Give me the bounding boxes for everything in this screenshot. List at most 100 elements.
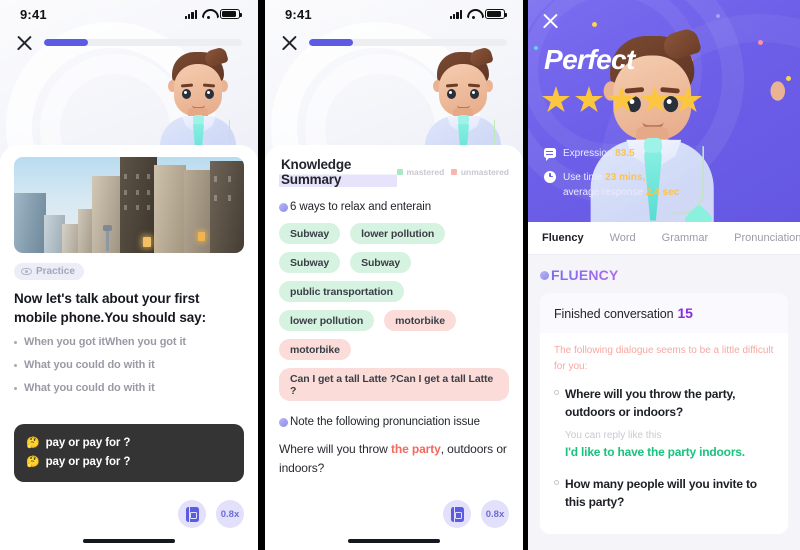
clock-icon (544, 170, 556, 183)
playback-speed-button[interactable]: 0.8x (481, 500, 509, 528)
close-icon[interactable] (281, 34, 298, 51)
legend-swatch-mastered (397, 169, 403, 175)
confetti-dot (592, 22, 597, 27)
finished-conversation-label: Finished conversation (554, 307, 674, 321)
tab-word[interactable]: Word (610, 232, 636, 244)
subtitle-book-icon (450, 506, 464, 522)
fluency-card: Finished conversation 15 The following di… (540, 293, 788, 534)
list-item: When you got itWhen you got it (14, 336, 244, 348)
legend-item-mastered: mastered (397, 167, 444, 177)
list-item: What you could do with it (14, 359, 244, 371)
home-indicator (348, 539, 440, 543)
knowledge-tag[interactable]: motorbike (279, 339, 351, 360)
reply-hint-label: You can reply like this (565, 430, 662, 441)
page-title: Knowledge Summary (279, 157, 397, 187)
bullet-ring-icon (554, 390, 559, 395)
close-icon[interactable] (542, 12, 559, 29)
playback-speed-button[interactable]: 0.8x (216, 500, 244, 528)
phone-panel-result: Perfect Expression 83.5 Use time 23 mins… (528, 0, 800, 550)
confetti-dot (534, 46, 538, 50)
stat-value: 23 mins, (605, 171, 646, 183)
lesson-bullet-list: When you got itWhen you got it What you … (14, 336, 244, 394)
lesson-sheet: Practice Now let's talk about your first… (0, 145, 258, 550)
result-tabs: Fluency Word Grammar Pronunciation (528, 222, 800, 255)
status-bar: 9:41 (0, 0, 258, 28)
confetti-dot (716, 14, 720, 18)
subtitle-toggle-button[interactable] (178, 500, 206, 528)
legend-label: unmastered (460, 167, 509, 177)
subtitle-book-icon (185, 506, 199, 522)
player-controls: 0.8x (443, 500, 509, 528)
knowledge-tag[interactable]: Subway (279, 223, 341, 244)
section-title-text: 6 ways to relax and enterain (290, 201, 432, 213)
bullet-ring-icon (554, 480, 559, 485)
practice-badge: Practice (14, 263, 84, 280)
status-icons (449, 9, 507, 19)
star-icon (542, 86, 570, 113)
knowledge-tag[interactable]: lower pollution (279, 310, 375, 331)
stat-label: Use time (563, 171, 606, 183)
legend: mastered unmastered (397, 167, 509, 177)
knowledge-summary-header: Knowledge Summary mastered unmastered (279, 157, 509, 187)
knowledge-tag[interactable]: public transportation (279, 281, 404, 302)
finished-conversation-row: Finished conversation 15 (540, 293, 788, 333)
knowledge-tag[interactable]: Can I get a tall Latte ?Can I get a tall… (279, 368, 509, 401)
fluency-section-header: FLUENCY (540, 267, 788, 283)
pronunciation-sentence: Where will you throw the party, outdoors… (279, 440, 509, 478)
knowledge-summary-sheet: Knowledge Summary mastered unmastered 6 … (265, 145, 523, 550)
legend-item-unmastered: unmastered (451, 167, 509, 177)
knowledge-tag[interactable]: Subway (350, 252, 412, 273)
question-text: How many people will you invite to this … (565, 477, 757, 509)
thinking-emoji-icon: 🤔 (26, 456, 40, 469)
tab-grammar[interactable]: Grammar (662, 232, 708, 244)
tab-fluency[interactable]: Fluency (542, 232, 584, 244)
stat-text: Expression 83.5 (563, 146, 635, 162)
lesson-topbar (0, 34, 258, 51)
close-icon[interactable] (16, 34, 33, 51)
fluency-card-body: The following dialogue seems to be a lit… (540, 333, 788, 534)
subtitle-toggle-button[interactable] (443, 500, 471, 528)
question-text: Where will you throw the party, outdoors… (565, 387, 736, 419)
list-item[interactable]: How many people will you invite to this … (554, 475, 774, 511)
stat-label-2: average response (563, 187, 646, 198)
practice-icon (21, 268, 32, 275)
stat-text: Use time 23 mins, average response 2.4 se… (563, 170, 679, 201)
bullet-dot-icon (279, 417, 288, 427)
status-time: 9:41 (285, 6, 312, 22)
stat-expression: Expression 83.5 (544, 146, 679, 162)
bullet-dot-icon (279, 202, 288, 212)
tab-pronunciation[interactable]: Pronunciation (734, 232, 800, 244)
note-title-text: Note the following pronunciation issue (290, 416, 480, 428)
subtitle-text: pay or pay for ? (45, 456, 131, 469)
subtitle-text: pay or pay for ? (45, 437, 131, 450)
close-button[interactable] (542, 12, 559, 29)
knowledge-tag[interactable]: Subway (279, 252, 341, 273)
finished-conversation-count: 15 (677, 305, 693, 321)
battery-icon (220, 9, 242, 19)
list-item[interactable]: Where will you throw the party, outdoors… (554, 385, 774, 421)
difficulty-hint: The following dialogue seems to be a lit… (554, 345, 774, 372)
star-icon (575, 86, 603, 113)
result-hero: Perfect Expression 83.5 Use time 23 mins… (528, 0, 800, 222)
stat-use-time: Use time 23 mins, average response 2.4 se… (544, 170, 679, 201)
result-stats: Expression 83.5 Use time 23 mins, average… (544, 146, 679, 209)
bullet-dot-icon (540, 270, 549, 280)
thinking-emoji-icon: 🤔 (26, 437, 40, 450)
star-icon (674, 86, 702, 113)
fluency-panel: FLUENCY Finished conversation 15 The foll… (528, 255, 800, 534)
legend-swatch-unmastered (451, 169, 458, 175)
knowledge-tag-list: Subway lower pollution Subway Subway pub… (279, 223, 509, 401)
list-item: What you could do with it (14, 382, 244, 394)
subtitle-line: 🤔 pay or pay for ? (26, 453, 232, 472)
knowledge-tag[interactable]: lower pollution (350, 223, 446, 244)
knowledge-section-title: 6 ways to relax and enterain (279, 201, 509, 213)
fluency-section-label: FLUENCY (551, 267, 619, 283)
legend-label: mastered (406, 167, 445, 177)
sentence-highlight: the party (390, 442, 441, 456)
knowledge-tag[interactable]: motorbike (384, 310, 457, 331)
cellular-signal-icon (184, 10, 197, 19)
phone-panel-knowledge-summary: 9:41 Knowledge Summary mastered unmaster… (265, 0, 523, 550)
speech-bubble-icon (544, 148, 556, 158)
subtitle-line: 🤔 pay or pay for ? (26, 434, 232, 453)
phone-panel-practice: 9:41 Practice Now let's talk about your … (0, 0, 258, 550)
